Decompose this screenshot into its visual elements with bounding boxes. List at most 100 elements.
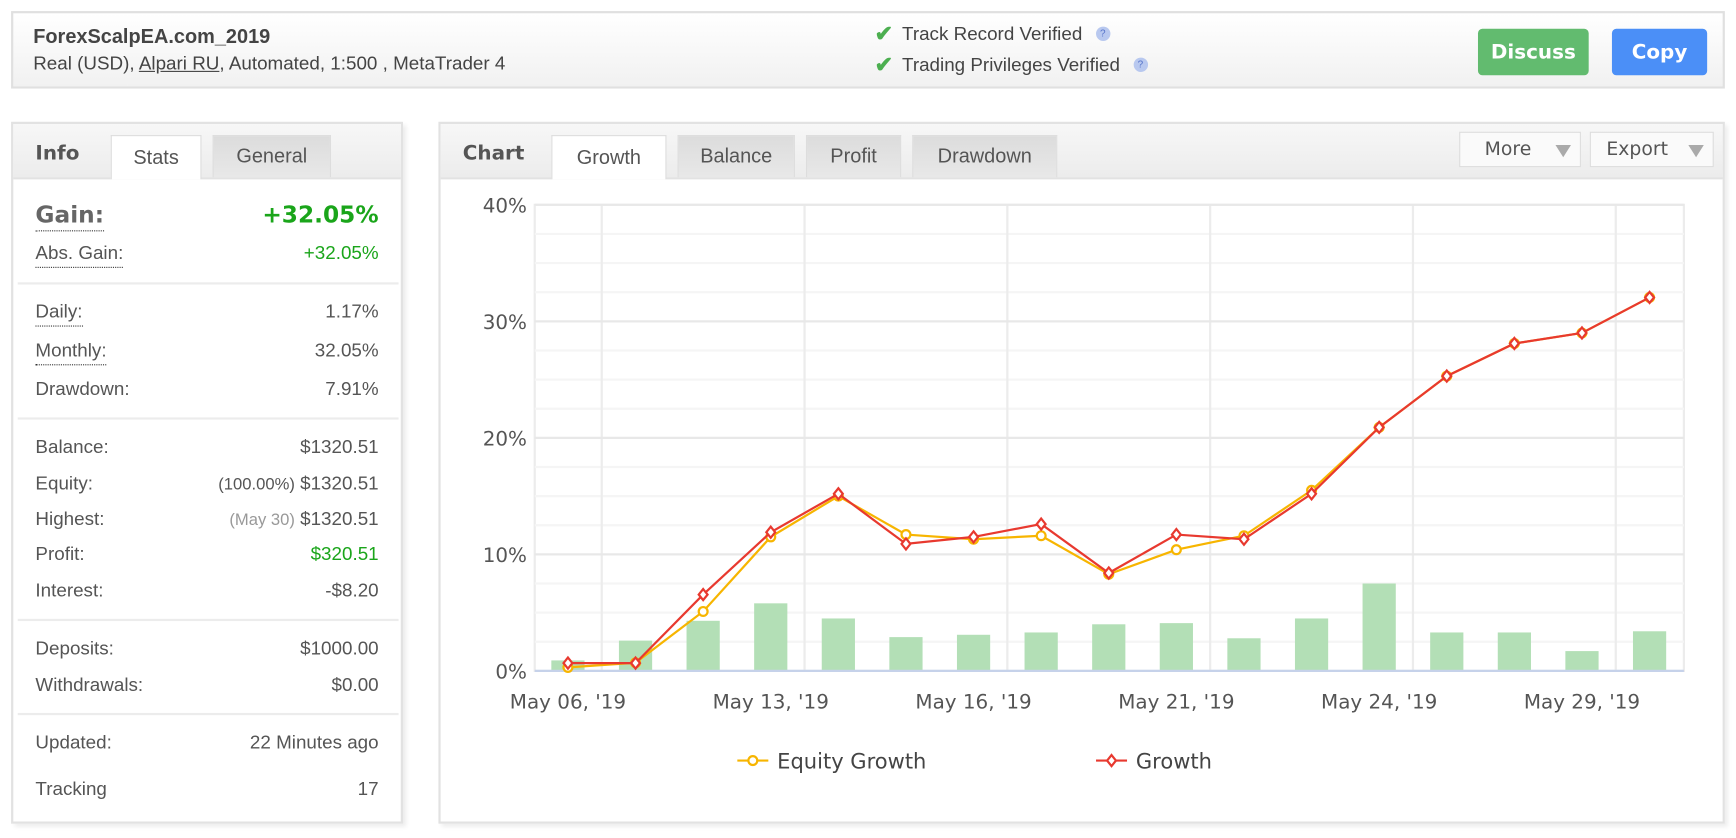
equity-row: Equity: (100.00%) $1320.51: [35, 473, 378, 495]
interest-value: -$8.20: [325, 580, 379, 602]
tab-profit[interactable]: Profit: [805, 135, 902, 178]
abs-gain-label: Abs. Gain:: [35, 242, 124, 268]
y-tick-label: 0%: [495, 661, 527, 684]
daily-value: 1.17%: [325, 301, 379, 323]
tab-drawdown[interactable]: Drawdown: [912, 135, 1058, 178]
broker-link[interactable]: Alpari RU: [139, 53, 220, 74]
withdrawals-value: $0.00: [331, 674, 379, 696]
bar: [1362, 583, 1396, 671]
gain-label: Gain:: [35, 201, 105, 232]
withdrawals-row: Withdrawals: $0.00: [35, 674, 378, 696]
equity-label: Equity:: [35, 472, 93, 494]
chart-title: Chart: [462, 141, 525, 165]
updated-value: 22 Minutes ago: [249, 731, 379, 753]
drawdown-value: 7.91%: [325, 378, 379, 400]
bar: [1227, 638, 1261, 671]
withdrawals-label: Withdrawals:: [35, 674, 144, 696]
help-icon[interactable]: ?: [1095, 26, 1110, 41]
equity-value: $1320.51: [300, 472, 379, 494]
account-subtitle: Real (USD), Alpari RU, Automated, 1:500 …: [33, 53, 505, 75]
x-tick-label: May 06, '19: [510, 691, 626, 714]
highest-value: $1320.51: [300, 508, 379, 530]
account-title: ForexScalpEA.com_2019: [33, 25, 271, 48]
export-label: Export: [1606, 138, 1669, 161]
divider: [17, 417, 399, 420]
profit-row: Profit: $320.51: [35, 544, 378, 566]
copy-button[interactable]: Copy: [1611, 28, 1708, 76]
legend-item-equity-growth: Equity Growth: [737, 748, 926, 773]
x-tick-label: May 21, '19: [1118, 691, 1234, 714]
help-icon[interactable]: ?: [1133, 57, 1148, 72]
bar: [1092, 624, 1126, 671]
account-details: , Automated, 1:500 , MetaTrader 4: [219, 53, 506, 75]
profit-label: Profit:: [35, 543, 85, 565]
legend-diamond-icon: [1105, 753, 1118, 768]
x-tick-label: May 24, '19: [1321, 691, 1437, 714]
tab-stats[interactable]: Stats: [110, 135, 202, 180]
bar: [1294, 618, 1329, 671]
monthly-label: Monthly:: [35, 340, 107, 366]
tab-balance[interactable]: Balance: [677, 135, 795, 178]
x-tick-label: May 13, '19: [713, 691, 829, 714]
y-tick-label: 40%: [483, 195, 527, 218]
legend-label: Growth: [1136, 748, 1212, 773]
highest-row: Highest: (May 30) $1320.51: [35, 508, 378, 530]
checkmark-icon: ✔: [874, 53, 894, 78]
info-panel-header: Info Stats General: [13, 123, 401, 180]
account-type: Real (USD),: [33, 53, 139, 75]
chart-panel: Chart Growth Balance Profit Drawdown Mor…: [438, 121, 1725, 824]
abs-gain-row: Abs. Gain: +32.05%: [35, 242, 379, 268]
daily-row: Daily: 1.17%: [35, 301, 379, 327]
verification-label: Trading Privileges Verified: [902, 53, 1120, 75]
updated-label: Updated:: [35, 731, 112, 753]
equity-growth-point: [697, 605, 709, 618]
monthly-value: 32.05%: [314, 339, 379, 361]
monthly-row: Monthly: 32.05%: [35, 339, 379, 366]
discuss-button[interactable]: Discuss: [1477, 28, 1589, 76]
tab-growth[interactable]: Growth: [551, 135, 667, 180]
x-tick-label: May 29, '19: [1524, 691, 1640, 714]
more-dropdown[interactable]: More: [1459, 131, 1581, 168]
x-tick-label: May 16, '19: [915, 691, 1031, 714]
equity-growth-point: [1170, 544, 1182, 556]
bar: [1497, 632, 1531, 671]
tab-general[interactable]: General: [212, 135, 332, 178]
info-title: Info: [35, 141, 80, 165]
balance-label: Balance:: [35, 436, 109, 458]
track-record-verified: ✔ Track Record Verified?: [875, 20, 1110, 48]
updated-row: Updated: 22 Minutes ago: [35, 732, 378, 754]
bar: [1632, 631, 1667, 671]
daily-label: Daily:: [35, 301, 83, 327]
bar: [821, 618, 855, 671]
tracking-label: Tracking: [35, 778, 107, 800]
gain-row: Gain: +32.05%: [35, 201, 379, 232]
account-header: ForexScalpEA.com_2019 Real (USD), Alpari…: [11, 11, 1725, 89]
tracking-value: 17: [357, 778, 379, 800]
deposits-row: Deposits: $1000.00: [35, 638, 378, 660]
divider: [17, 282, 399, 285]
divider: [17, 618, 399, 622]
bar: [956, 634, 991, 671]
verification-label: Track Record Verified: [902, 22, 1083, 44]
equity-percent: (100.00%): [218, 474, 295, 494]
bar: [686, 620, 720, 671]
y-tick-label: 30%: [483, 311, 527, 334]
bar: [1024, 632, 1058, 671]
trading-privileges-verified: ✔ Trading Privileges Verified?: [875, 51, 1148, 79]
divider: [17, 712, 399, 716]
abs-gain-value: +32.05%: [303, 242, 379, 264]
balance-value: $1320.51: [300, 436, 379, 458]
deposits-label: Deposits:: [35, 637, 114, 659]
tracking-row: Tracking 17: [35, 778, 378, 800]
export-dropdown[interactable]: Export: [1589, 131, 1714, 168]
legend-label: Equity Growth: [777, 748, 926, 773]
checkmark-icon: ✔: [874, 22, 894, 47]
profit-value: $320.51: [310, 543, 379, 565]
legend-item-growth: Growth: [1096, 748, 1212, 773]
y-tick-label: 10%: [483, 544, 527, 567]
equity-growth-point: [1035, 530, 1047, 542]
balance-row: Balance: $1320.51: [35, 436, 378, 458]
drawdown-row: Drawdown: 7.91%: [35, 379, 378, 401]
gain-value: +32.05%: [262, 201, 379, 229]
legend-circle-icon: [747, 755, 759, 767]
